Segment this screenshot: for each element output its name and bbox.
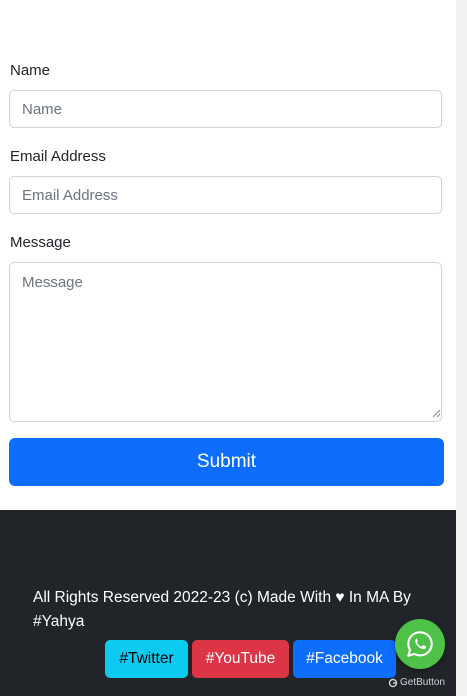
youtube-link[interactable]: #YouTube: [192, 640, 289, 678]
copyright-text: All Rights Reserved 2022-23 (c) Made Wit…: [33, 589, 411, 630]
getbutton-label: GetButton: [400, 677, 446, 688]
getbutton-branding[interactable]: GetButton: [388, 677, 445, 688]
message-label: Message: [10, 234, 71, 251]
getbutton-logo-icon: [388, 678, 398, 687]
whatsapp-button[interactable]: [395, 619, 445, 669]
page-scrollbar[interactable]: [456, 0, 467, 696]
submit-button[interactable]: Submit: [9, 438, 444, 486]
whatsapp-icon: [407, 631, 433, 657]
message-textarea[interactable]: [9, 262, 442, 422]
twitter-link[interactable]: #Twitter: [105, 640, 188, 678]
email-input[interactable]: [9, 176, 442, 214]
email-label: Email Address: [10, 148, 106, 165]
facebook-link[interactable]: #Facebook: [293, 640, 396, 678]
name-label: Name: [10, 62, 51, 79]
resize-handle-icon[interactable]: [432, 409, 441, 418]
name-input[interactable]: [9, 90, 442, 128]
